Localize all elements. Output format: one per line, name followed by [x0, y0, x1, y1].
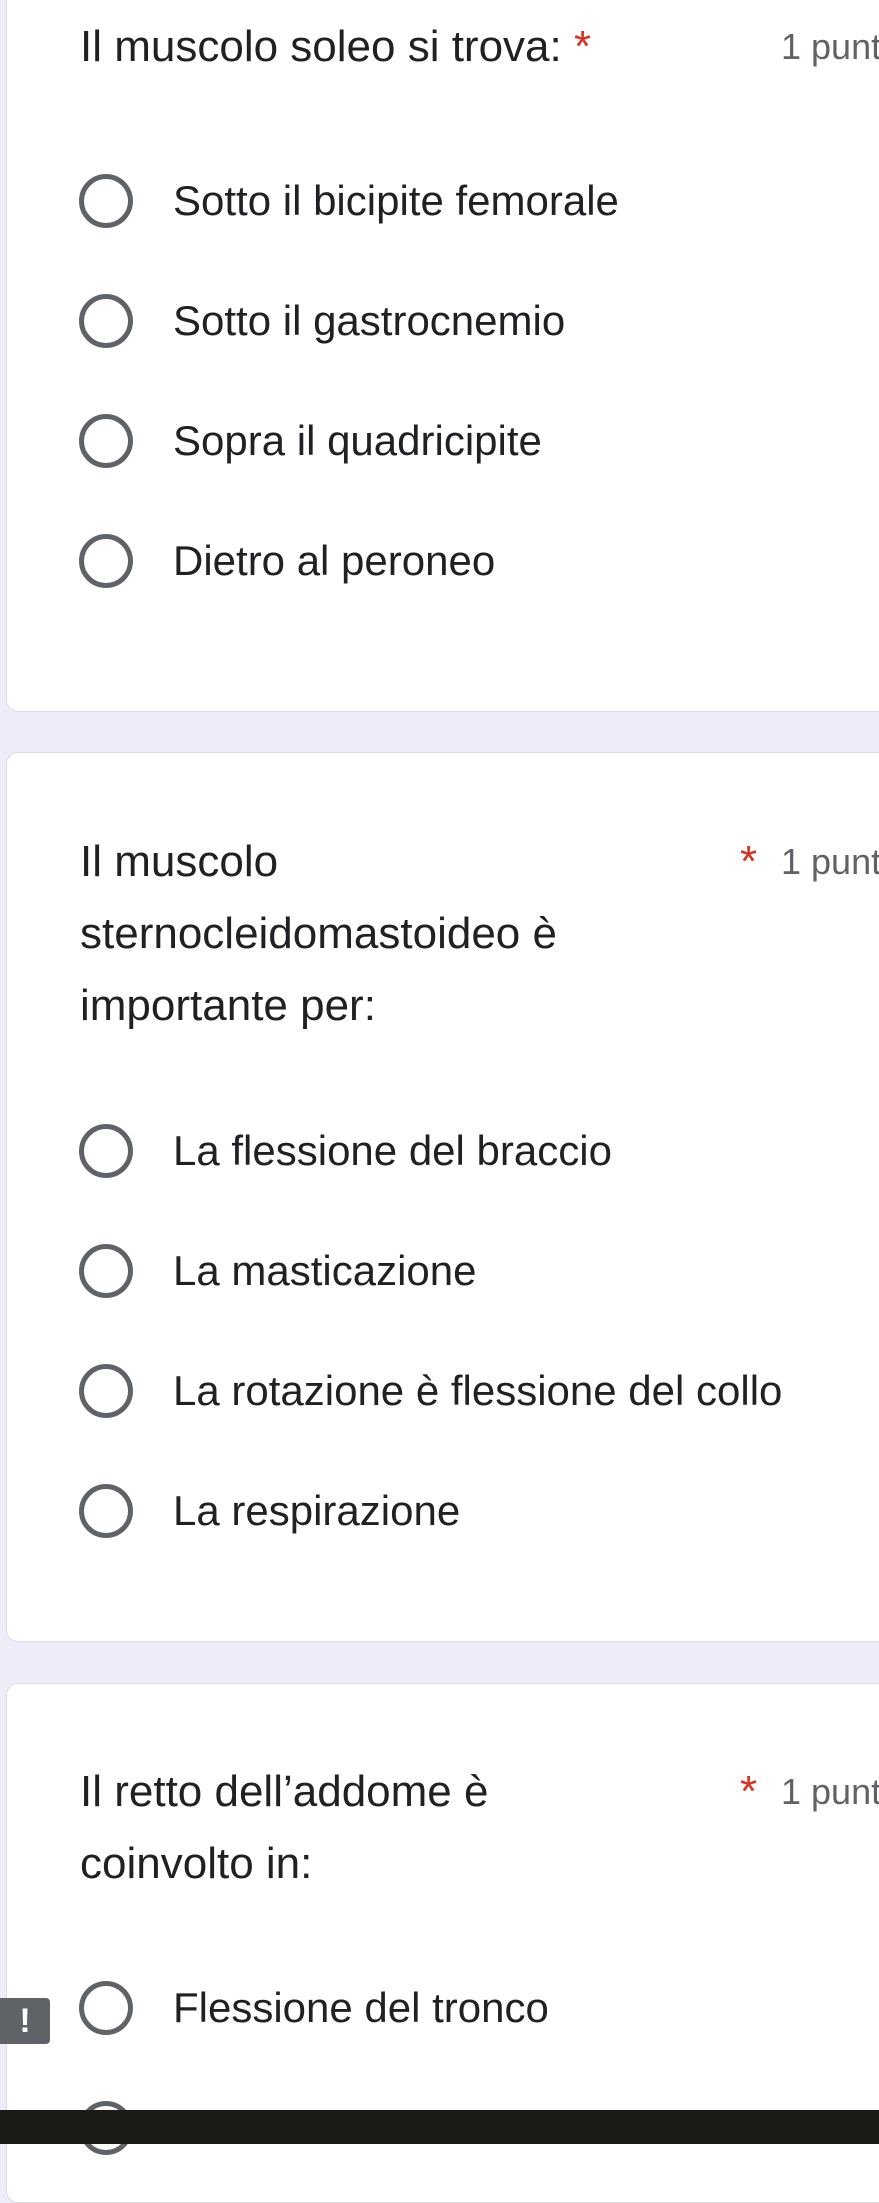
option-sotto-gastrocnemio[interactable]: Sotto il gastrocnemio	[79, 286, 565, 356]
radio-button[interactable]	[79, 1244, 133, 1298]
radio-button[interactable]	[79, 534, 133, 588]
required-asterisk: *	[740, 1767, 758, 1816]
error-indicator-icon: !	[0, 1998, 50, 2044]
option-masticazione[interactable]: La masticazione	[79, 1236, 477, 1306]
question-3-title: Il retto dell’addome è coinvolto in:	[80, 1767, 489, 1888]
radio-button[interactable]	[79, 1364, 133, 1418]
radio-button[interactable]	[79, 414, 133, 468]
option-label: La masticazione	[173, 1247, 477, 1294]
question-card-1: Il muscolo soleo si trova: * 1 punt Sott…	[6, 0, 879, 712]
option-label: La respirazione	[173, 1487, 461, 1534]
option-flessione-tronco[interactable]: Flessione del tronco	[79, 1973, 549, 2043]
option-label: Dietro al peroneo	[173, 537, 496, 584]
radio-button[interactable]	[79, 294, 133, 348]
required-asterisk: *	[573, 22, 592, 71]
radio-button[interactable]	[79, 1981, 133, 2035]
option-flessione-braccio[interactable]: La flessione del braccio	[79, 1116, 612, 1186]
option-label: La rotazione è flessione del collo	[173, 1367, 783, 1414]
option-label: Sotto il bicipite femorale	[173, 177, 619, 224]
question-3-points: 1 punt	[781, 1771, 879, 1812]
option-label: La flessione del braccio	[173, 1127, 612, 1174]
radio-button[interactable]	[79, 174, 133, 228]
option-rotazione-flessione-collo[interactable]: La rotazione è flessione del collo	[79, 1356, 782, 1426]
option-respirazione[interactable]: La respirazione	[79, 1476, 460, 1546]
option-sotto-bicipite-femorale[interactable]: Sotto il bicipite femorale	[79, 166, 619, 236]
question-card-2: Il muscolo sternocleidomastoideo è impor…	[6, 752, 879, 1642]
option-dietro-peroneo[interactable]: Dietro al peroneo	[79, 526, 495, 596]
option-label: Flessione del tronco	[173, 1984, 549, 2031]
question-2-title: Il muscolo sternocleidomastoideo è impor…	[80, 837, 557, 1030]
radio-button[interactable]	[79, 1484, 133, 1538]
question-1-points: 1 punt	[781, 26, 879, 67]
bottom-bar	[0, 2110, 879, 2144]
radio-button[interactable]	[79, 1124, 133, 1178]
option-sopra-quadricipite[interactable]: Sopra il quadricipite	[79, 406, 542, 476]
question-1-title: Il muscolo soleo si trova: *	[80, 22, 592, 71]
question-2-points: 1 punt	[781, 841, 879, 882]
required-asterisk: *	[740, 837, 758, 886]
option-label: Sopra il quadricipite	[173, 417, 542, 464]
option-label: Sotto il gastrocnemio	[173, 297, 566, 344]
